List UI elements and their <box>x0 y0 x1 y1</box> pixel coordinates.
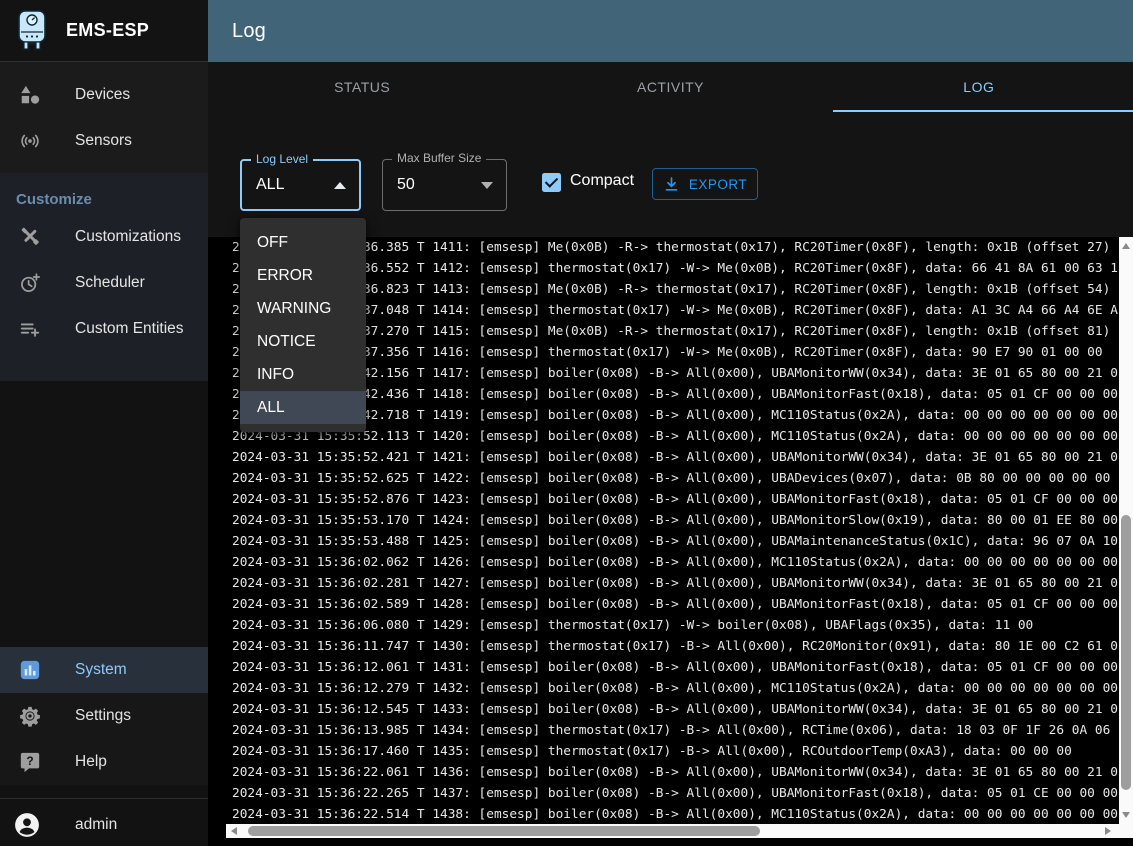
page-title: Log <box>232 20 266 43</box>
log-level-option-notice[interactable]: NOTICE <box>240 325 366 358</box>
sidebar-bottom-nav: System Settings ? Help <box>0 647 208 785</box>
sidebar-item-help[interactable]: ? Help <box>0 739 208 785</box>
sensors-icon <box>18 129 42 153</box>
log-line: 2024-03-31 15:35:52.625 T 1422: [emsesp]… <box>232 468 1119 489</box>
scroll-up-arrow-icon[interactable] <box>1122 243 1130 249</box>
gear-icon <box>18 704 42 728</box>
log-line: 2024-03-31 15:36:11.747 T 1430: [emsesp]… <box>232 636 1119 657</box>
tabbar: STATUS ACTIVITY LOG <box>208 62 1133 112</box>
log-level-option-all[interactable]: ALL <box>240 391 366 424</box>
max-buffer-label: Max Buffer Size <box>392 151 486 165</box>
log-line: 2024-03-31 15:35:52.421 T 1421: [emsesp]… <box>232 447 1119 468</box>
sidebar-item-label: Settings <box>75 707 131 725</box>
log-level-value: ALL <box>256 176 284 194</box>
tab-log[interactable]: LOG <box>825 62 1133 112</box>
appbar: Log <box>208 0 1133 62</box>
scroll-right-arrow-icon[interactable] <box>1105 827 1111 835</box>
scroll-down-arrow-icon[interactable] <box>1122 812 1130 818</box>
sidebar-main-nav: Devices Sensors <box>0 62 208 173</box>
boiler-logo-icon <box>15 10 49 52</box>
chevron-up-icon <box>334 182 346 189</box>
shapes-icon <box>18 83 42 107</box>
log-level-menu: OFFERRORWARNINGNOTICEINFOALL <box>240 218 366 432</box>
sidebar-item-label: Customizations <box>75 228 181 246</box>
log-line: 2024-03-31 15:36:02.062 T 1426: [emsesp]… <box>232 552 1119 573</box>
system-stats-icon <box>18 658 42 682</box>
chevron-down-icon <box>481 182 493 189</box>
log-line: 2024-03-31 15:36:12.279 T 1432: [emsesp]… <box>232 678 1119 699</box>
ems-esp-app: EMS-ESP Devices Sens <box>0 0 1133 846</box>
sidebar-item-customizations[interactable]: Customizations <box>0 214 208 260</box>
log-level-option-off[interactable]: OFF <box>240 226 366 259</box>
help-icon: ? <box>18 750 42 774</box>
log-line: 2024-03-31 15:36:22.265 T 1437: [emsesp]… <box>232 783 1119 804</box>
sidebar-item-label: System <box>75 661 127 679</box>
sidebar-item-system[interactable]: System <box>0 647 208 693</box>
vertical-scrollbar[interactable] <box>1119 237 1133 824</box>
user-label: admin <box>75 816 117 834</box>
account-icon <box>14 812 40 838</box>
horizontal-scrollbar[interactable] <box>226 824 1133 838</box>
export-button-label: EXPORT <box>689 177 747 192</box>
sidebar-item-label: Scheduler <box>75 274 145 292</box>
tab-status[interactable]: STATUS <box>208 62 516 112</box>
log-level-option-info[interactable]: INFO <box>240 358 366 391</box>
log-level-label: Log Level <box>251 152 313 166</box>
sidebar-item-devices[interactable]: Devices <box>0 72 208 118</box>
log-line: 2024-03-31 15:36:12.545 T 1433: [emsesp]… <box>232 699 1119 720</box>
sidebar-item-label: Custom Entities <box>75 320 184 338</box>
scroll-left-arrow-icon[interactable] <box>231 827 237 835</box>
sidebar-item-label: Sensors <box>75 132 132 150</box>
compact-checkbox[interactable] <box>542 173 561 192</box>
log-line: 2024-03-31 15:36:22.514 T 1438: [emsesp]… <box>232 804 1119 824</box>
sidebar-item-settings[interactable]: Settings <box>0 693 208 739</box>
customize-section-header: Customize <box>0 173 208 214</box>
tab-activity[interactable]: ACTIVITY <box>516 62 824 112</box>
export-button[interactable]: EXPORT <box>652 168 758 200</box>
log-line: 2024-03-31 15:36:02.281 T 1427: [emsesp]… <box>232 573 1119 594</box>
log-level-select[interactable]: Log Level ALL <box>240 159 361 211</box>
sidebar-item-custom-entities[interactable]: Custom Entities <box>0 306 208 352</box>
log-line: 2024-03-31 15:36:12.061 T 1431: [emsesp]… <box>232 657 1119 678</box>
schedule-add-icon <box>18 271 42 295</box>
sidebar-item-label: Devices <box>75 86 130 104</box>
playlist-add-icon <box>18 317 42 341</box>
horizontal-scrollbar-thumb[interactable] <box>248 826 760 836</box>
svg-text:?: ? <box>26 754 33 768</box>
log-line: 2024-03-31 15:36:22.061 T 1436: [emsesp]… <box>232 762 1119 783</box>
log-line: 2024-03-31 15:36:02.589 T 1428: [emsesp]… <box>232 594 1119 615</box>
compact-label: Compact <box>570 172 634 190</box>
sidebar-item-scheduler[interactable]: Scheduler <box>0 260 208 306</box>
log-level-option-warning[interactable]: WARNING <box>240 292 366 325</box>
max-buffer-value: 50 <box>397 176 415 194</box>
log-line: 2024-03-31 15:36:13.985 T 1434: [emsesp]… <box>232 720 1119 741</box>
log-level-option-error[interactable]: ERROR <box>240 259 366 292</box>
log-line: 2024-03-31 15:35:53.170 T 1424: [emsesp]… <box>232 510 1119 531</box>
sidebar-customize-section: Customize Customizations <box>0 173 208 381</box>
sidebar-divider <box>0 798 208 799</box>
sidebar-item-label: Help <box>75 753 107 771</box>
app-title: EMS-ESP <box>66 20 149 41</box>
vertical-scrollbar-thumb[interactable] <box>1121 515 1131 790</box>
app-logo-row: EMS-ESP <box>0 0 208 62</box>
sidebar: EMS-ESP Devices Sens <box>0 0 208 846</box>
download-icon <box>663 176 680 193</box>
log-line: 2024-03-31 15:35:53.488 T 1425: [emsesp]… <box>232 531 1119 552</box>
max-buffer-select[interactable]: Max Buffer Size 50 <box>382 159 507 211</box>
construction-icon <box>18 225 42 249</box>
log-line: 2024-03-31 15:35:52.876 T 1423: [emsesp]… <box>232 489 1119 510</box>
sidebar-user-admin[interactable]: admin <box>0 803 208 846</box>
log-line: 2024-03-31 15:36:06.080 T 1429: [emsesp]… <box>232 615 1119 636</box>
log-line: 2024-03-31 15:36:17.460 T 1435: [emsesp]… <box>232 741 1119 762</box>
sidebar-item-sensors[interactable]: Sensors <box>0 118 208 164</box>
